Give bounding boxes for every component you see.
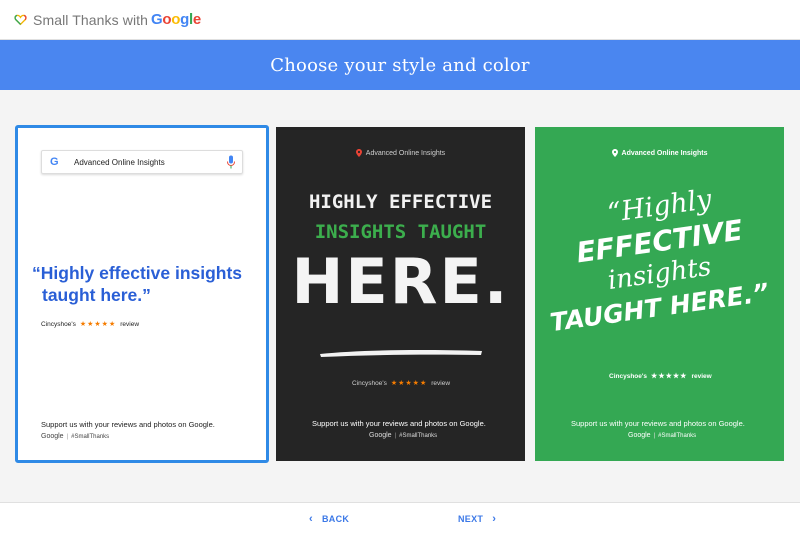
hashtag: #SmallThanks <box>399 432 438 439</box>
support-text: Support us with your reviews and photos … <box>41 420 215 429</box>
reviewer-name: Cincyshoe's <box>41 320 76 328</box>
search-text: Advanced Online Insights <box>74 157 165 167</box>
search-box-preview: G Advanced Online Insights <box>41 150 243 174</box>
review-word: review <box>431 379 451 387</box>
chevron-left-icon: ‹ <box>309 513 313 525</box>
bottom-nav: ‹ BACK NEXT › <box>0 502 800 537</box>
heart-icon <box>14 14 27 26</box>
top-bar: Small Thanks with Google <box>0 0 800 40</box>
reviewer-name: Cincyshoe's <box>352 379 387 387</box>
review-line: Cincyshoe's ★★★★★ review <box>41 320 140 329</box>
style-options: G Advanced Online Insights “Highly effec… <box>0 125 800 463</box>
next-label: NEXT <box>458 514 484 524</box>
footer-google: Google <box>41 433 64 440</box>
location-pin-icon <box>611 149 618 157</box>
style-card-green[interactable]: Advanced Online Insights “Highly EFFECTI… <box>535 127 784 461</box>
review-word: review <box>120 320 140 328</box>
business-name: Advanced Online Insights <box>621 149 708 157</box>
app-title: Small Thanks with <box>33 11 149 28</box>
brush-underline <box>320 350 482 357</box>
card-footer: Google | #SmallThanks <box>628 432 696 439</box>
page-banner: Choose your style and color <box>0 40 800 90</box>
hashtag: #SmallThanks <box>658 432 697 439</box>
back-label: BACK <box>321 514 350 524</box>
star-rating: ★★★★★ <box>79 321 117 328</box>
chevron-right-icon: › <box>492 513 497 525</box>
review-line: Cincyshoe's ★★★★★ review <box>352 379 451 388</box>
next-button[interactable]: NEXT › <box>458 513 496 525</box>
footer-google: Google <box>369 432 392 439</box>
review-line: Cincyshoe's ★★★★★ review <box>609 372 712 381</box>
star-rating: ★★★★★ <box>390 380 428 387</box>
style-card-white[interactable]: G Advanced Online Insights “Highly effec… <box>15 125 269 463</box>
google-g-icon: G <box>50 156 59 168</box>
chalk-line-2: INSIGHTS TAUGHT <box>314 221 487 243</box>
review-word: review <box>691 372 712 380</box>
location-pin-icon <box>355 149 362 157</box>
quote-text: “Highly effective insights taught here.” <box>32 263 243 305</box>
card-footer: Google | #SmallThanks <box>369 432 437 439</box>
star-rating: ★★★★★ <box>651 373 688 380</box>
location-line: Advanced Online Insights <box>276 149 525 157</box>
support-text: Support us with your reviews and photos … <box>312 419 486 428</box>
footer-separator: | <box>394 432 397 439</box>
chalk-line-3: HERE. <box>291 245 510 318</box>
footer-separator: | <box>66 433 69 440</box>
google-wordmark: Google <box>151 11 201 28</box>
chalk-line-1: HIGHLY EFFECTIVE <box>308 191 493 213</box>
footer-google: Google <box>628 432 651 439</box>
page-title: Choose your style and color <box>270 54 530 76</box>
back-button[interactable]: ‹ BACK <box>309 513 349 525</box>
footer-separator: | <box>653 432 656 439</box>
reviewer-name: Cincyshoe's <box>609 372 648 380</box>
support-text: Support us with your reviews and photos … <box>571 419 745 428</box>
location-line: Advanced Online Insights <box>535 149 784 157</box>
business-name: Advanced Online Insights <box>365 149 446 157</box>
style-card-dark[interactable]: Advanced Online Insights HIGHLY EFFECTIV… <box>276 127 525 461</box>
hashtag: #SmallThanks <box>71 433 110 440</box>
mic-icon <box>227 155 235 169</box>
card-footer: Google | #SmallThanks <box>41 433 109 440</box>
